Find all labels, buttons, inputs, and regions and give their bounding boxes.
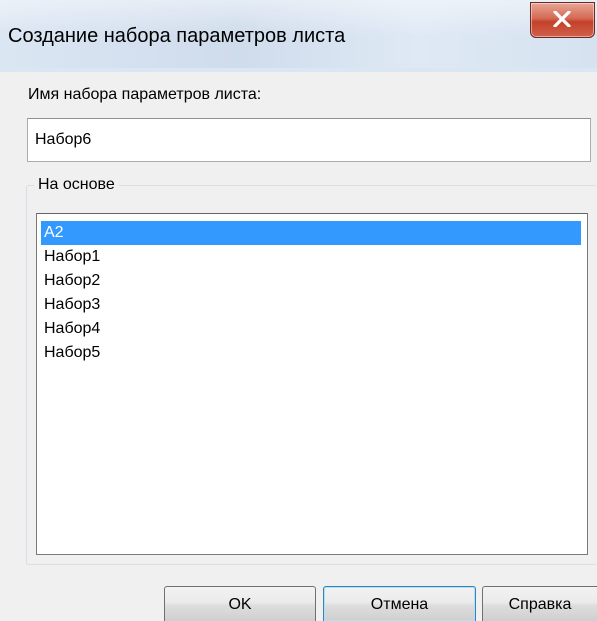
window-title: Создание набора параметров листа [8,25,346,47]
based-on-label: На основе [34,176,119,194]
dialog-window: Создание набора параметров листа Имя наб… [0,0,597,621]
name-label: Имя набора параметров листа: [28,86,262,103]
list-item[interactable]: Набор4 [41,317,581,341]
title-bar[interactable]: Создание набора параметров листа [0,0,597,72]
name-input[interactable] [27,118,591,162]
list-item[interactable]: Набор2 [41,269,581,293]
cancel-button[interactable]: Отмена [323,586,476,621]
title-bar-edge [0,68,597,72]
ok-button[interactable]: OK [164,586,316,621]
close-button[interactable] [530,2,595,38]
list-item[interactable]: Набор1 [41,245,581,269]
list-item[interactable]: Набор5 [41,341,581,365]
help-button[interactable]: Справка [482,586,597,621]
close-icon [553,11,571,27]
list-item[interactable]: A2 [41,221,581,245]
list-item[interactable]: Набор3 [41,293,581,317]
based-on-listbox[interactable]: A2 Набор1 Набор2 Набор3 Набор4 Набор5 [36,213,588,555]
